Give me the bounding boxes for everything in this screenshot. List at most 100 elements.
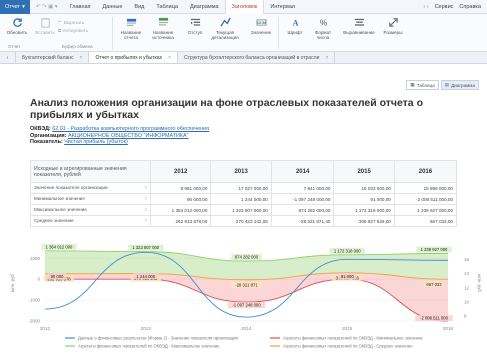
- org-link[interactable]: АКЦИОНЕРНОЕ ОБЩЕСТВО "ИНФОРМАТИКА": [68, 133, 189, 139]
- source-name-label: Название источника: [152, 30, 174, 40]
- chart-view-label: Диаграмма: [451, 82, 475, 88]
- menu-item-data[interactable]: Данные: [97, 0, 129, 14]
- column-header[interactable]: 2016: [393, 160, 458, 183]
- y-tick-label-right: 12: [464, 285, 470, 290]
- close-icon[interactable]: ×: [168, 55, 171, 61]
- view-switch: ▦ Таблица ▤ Диаграмма: [406, 80, 479, 90]
- table-view-label: Таблица: [416, 82, 435, 88]
- org-row: Организация: АКЦИОНЕРНОЕ ОБЩЕСТВО "ИНФОР…: [30, 133, 209, 140]
- filter-icon[interactable]: ▿: [145, 218, 147, 224]
- close-icon[interactable]: ×: [325, 55, 328, 61]
- table-cell: 262 913 578,00: [149, 215, 212, 227]
- menu-item-chart[interactable]: Диаграмма: [184, 0, 225, 14]
- table-row[interactable]: Максимальное значение ▿ 1 364 012 000,00 1 …: [30, 204, 458, 216]
- close-icon[interactable]: ×: [80, 55, 83, 61]
- table-row[interactable]: Значение показателя организации ▿ 8 981 00…: [30, 182, 458, 194]
- report-menu-button[interactable]: Отчет ▾: [0, 0, 30, 14]
- svg-text:%: %: [319, 19, 327, 28]
- paste-icon: [40, 17, 50, 28]
- tab-profit-loss[interactable]: Отчет о прибылях и убытках ×: [89, 52, 178, 63]
- y-tick-label: 1000: [30, 256, 41, 261]
- value-button[interactable]: 12.34 Значение: [246, 17, 276, 35]
- data-label-min: 1 244 000: [136, 274, 155, 279]
- chart-icon: ▤: [444, 82, 450, 87]
- table-view-button[interactable]: ▦ Таблица: [406, 80, 439, 90]
- menu-item-header[interactable]: Заголовок: [224, 0, 265, 14]
- tab-overflow-icon[interactable]: ‹: [0, 52, 16, 63]
- okved-link[interactable]: 62.01 - Разработка компьютерного програм…: [52, 126, 209, 132]
- cut-button[interactable]: ✂ Вырезать: [58, 19, 84, 25]
- data-label-min: 90 000: [51, 274, 64, 279]
- indent-button[interactable]: Отступ: [180, 17, 210, 35]
- row-label: Среднее значение ▿: [30, 215, 151, 227]
- table-row[interactable]: Минимальное значение ▿ 90 000,00 1 244 000,…: [30, 193, 458, 205]
- data-label-max: 1 323 807 000: [132, 245, 159, 250]
- okved-label: ОКВЭД:: [30, 126, 51, 132]
- ribbon-separator: [112, 17, 113, 49]
- filter-icon[interactable]: ▿: [145, 207, 147, 213]
- tab-balance[interactable]: Бухгалтерский баланс ×: [16, 52, 90, 63]
- tab-balance-structure[interactable]: Структура бухгалтерского баланса организ…: [178, 52, 336, 63]
- column-header[interactable]: 2013: [210, 160, 272, 183]
- data-label-avg: 667 033: [426, 282, 442, 287]
- menu-item-view[interactable]: Вид: [128, 0, 150, 14]
- percent-icon: %: [319, 19, 327, 28]
- menu-item-interval[interactable]: Интервал: [264, 0, 301, 14]
- insert-button[interactable]: Вставить: [30, 17, 60, 35]
- menu-item-table[interactable]: Таблица: [150, 0, 184, 14]
- menu-item-service[interactable]: Сервис: [435, 4, 454, 10]
- number-format-button[interactable]: % Формат числа: [308, 17, 338, 40]
- report-name-button[interactable]: Название отчета: [116, 17, 146, 40]
- y-tick-label-right: 10: [464, 299, 470, 304]
- tab-label: Структура бухгалтерского баланса организ…: [183, 54, 320, 61]
- table-header-row: Исходные и агрегированные значения показ…: [30, 160, 458, 183]
- scissors-icon: ✂: [58, 19, 62, 24]
- x-tick-label: 2013: [141, 326, 152, 331]
- svg-text:12.34: 12.34: [256, 21, 265, 25]
- data-label-min: -1 097 248 000: [232, 303, 261, 308]
- row-label: Минимальное значение ▿: [30, 193, 151, 205]
- refresh-button[interactable]: Обновить: [2, 17, 32, 35]
- indicator-label: Показатель:: [30, 139, 63, 146]
- help-nav-icon[interactable]: ‹ ›: [423, 4, 428, 10]
- legend-item: Агрегаты финансовых показателей по ОКВЭД…: [283, 336, 423, 341]
- y-tick-label-right: 14: [464, 271, 470, 276]
- menu-item-help[interactable]: Справка: [459, 4, 481, 10]
- y-tick-label: 0: [37, 277, 40, 282]
- copy-icon: ⧉: [58, 28, 62, 33]
- source-name-button[interactable]: Название источника: [148, 17, 178, 40]
- copy-button[interactable]: ⧉ Копировать: [58, 28, 88, 33]
- column-header[interactable]: 2014: [270, 160, 335, 183]
- sizes-button[interactable]: Размеры: [378, 17, 408, 35]
- document-tabs: ‹ Бухгалтерский баланс × Отчет о прибыля…: [0, 52, 487, 64]
- table-cell: 874 282 000,00: [270, 204, 335, 216]
- align-button[interactable]: Выравнивание: [340, 17, 378, 35]
- indicator-link[interactable]: Чистая прибыль (убыток): [64, 139, 128, 145]
- copy-label: Копировать: [63, 28, 89, 33]
- table-cell: 1 172 318 000,00: [333, 204, 395, 216]
- align-icon: [354, 18, 364, 26]
- current-detail-button[interactable]: Текущая детализация: [210, 17, 240, 40]
- column-header[interactable]: 2012: [149, 160, 212, 183]
- filter-icon[interactable]: ▿: [145, 185, 147, 191]
- refresh-label: Обновить: [6, 30, 28, 35]
- data-label-min: 91 000: [341, 274, 354, 279]
- ribbon-toolbar: Обновить Вставить ✂ Вырезать ⧉ Копировать …: [0, 14, 487, 52]
- y-tick-label-right: 8: [464, 313, 467, 318]
- menu-item-home[interactable]: Главная: [64, 0, 97, 14]
- cut-label: Вырезать: [63, 19, 85, 25]
- filter-icon[interactable]: ▿: [145, 196, 147, 202]
- column-header[interactable]: 2015: [333, 160, 395, 183]
- chart-view-button[interactable]: ▤ Диаграмма: [440, 80, 479, 90]
- indent-label: Отступ: [187, 30, 203, 35]
- current-detail-label: Текущая детализация: [211, 30, 239, 40]
- font-label: Шрифт: [287, 30, 303, 35]
- detail-icon: [219, 17, 231, 27]
- x-tick-label: 2012: [40, 326, 51, 331]
- y-axis-label-right: млн. руб: [477, 274, 482, 292]
- table-cell: 17 027 000,00: [210, 182, 272, 194]
- insert-label: Вставить: [35, 30, 55, 35]
- table-row[interactable]: Среднее значение ▿ 262 913 578,00 270 423 1…: [30, 215, 458, 227]
- quick-access-icons[interactable]: ↶ ↷ ▣ ▾: [30, 0, 64, 14]
- font-button[interactable]: A Шрифт: [280, 17, 310, 35]
